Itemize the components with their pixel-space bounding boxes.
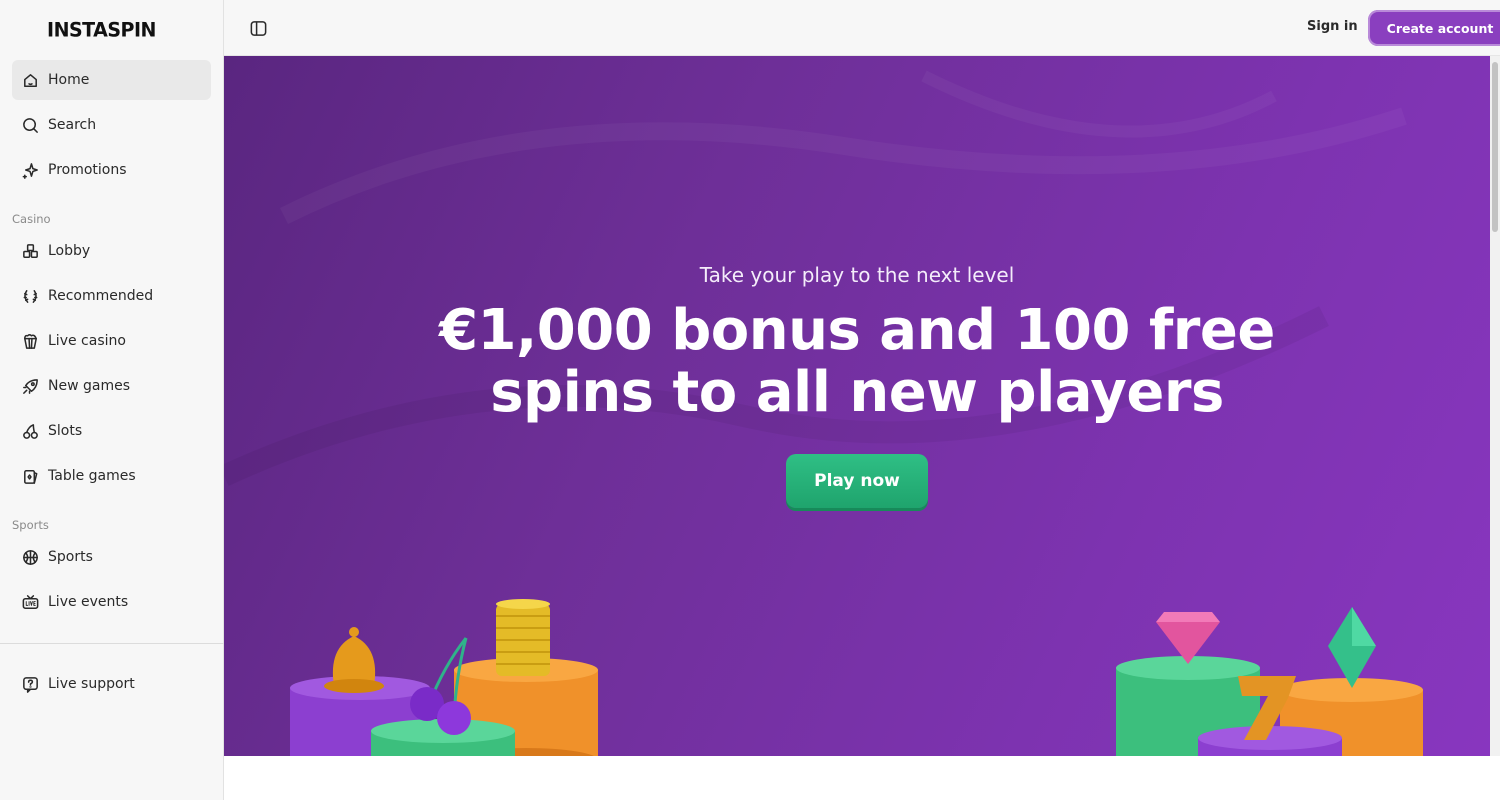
sidebar-divider	[0, 643, 224, 644]
sidebar: INSTASPIN Home Search Promotions Casino …	[0, 0, 224, 800]
sparkle-icon	[20, 160, 40, 180]
pink-gem-icon	[1156, 612, 1220, 664]
page-scrollbar[interactable]	[1490, 56, 1500, 756]
sidebar-item-promotions[interactable]: Promotions	[12, 150, 211, 190]
create-account-button[interactable]: Create account	[1368, 10, 1500, 46]
sidebar-item-table-games[interactable]: Table games	[12, 456, 211, 496]
sidebar-item-live-support[interactable]: Live support	[12, 664, 211, 704]
sidebar-item-search[interactable]: Search	[12, 105, 211, 145]
sidebar-item-label: Recommended	[48, 288, 154, 304]
sidebar-item-label: Sports	[48, 549, 93, 565]
sidebar-item-live-events[interactable]: Live events	[12, 582, 211, 622]
top-header: Sign in Create account	[224, 0, 1500, 56]
sidebar-item-live-casino[interactable]: Live casino	[12, 321, 211, 361]
sidebar-item-label: Home	[48, 72, 90, 88]
sidebar-item-label: Slots	[48, 423, 83, 439]
scrollbar-thumb[interactable]	[1492, 62, 1498, 232]
green-gem-icon	[1328, 607, 1376, 688]
sidebar-toggle-button[interactable]	[248, 18, 268, 38]
sidebar-item-label: Search	[48, 117, 97, 133]
sidebar-item-label: Live support	[48, 676, 135, 692]
cards-icon	[20, 466, 40, 486]
help-chat-icon	[20, 674, 40, 694]
logo-text: INSTASPIN	[47, 18, 156, 42]
section-label-casino: Casino	[12, 212, 51, 226]
logo[interactable]: INSTASPIN	[47, 18, 156, 42]
sidebar-item-sports[interactable]: Sports	[12, 537, 211, 577]
sidebar-item-slots[interactable]: Slots	[12, 411, 211, 451]
sidebar-item-label: Lobby	[48, 243, 91, 259]
sidebar-item-recommended[interactable]: Recommended	[12, 276, 211, 316]
bell-icon	[324, 627, 384, 693]
cherries-icon	[20, 421, 40, 441]
sidebar-item-label: Promotions	[48, 162, 127, 178]
home-icon	[20, 70, 40, 90]
hero-banner[interactable]: Take your play to the next level €1,000 …	[224, 56, 1490, 756]
live-tv-icon	[20, 592, 40, 612]
sign-in-link[interactable]: Sign in	[1307, 19, 1358, 34]
sidebar-item-label: Live events	[48, 594, 129, 610]
sidebar-item-lobby[interactable]: Lobby	[12, 231, 211, 271]
content-below-hero	[224, 756, 1500, 800]
coin-stack-icon	[496, 599, 550, 676]
cubes-icon	[20, 241, 40, 261]
sidebar-toggle-icon	[250, 20, 266, 36]
sidebar-item-home[interactable]: Home	[12, 60, 211, 100]
sidebar-item-label: Table games	[48, 468, 136, 484]
hero-decoration	[290, 599, 1423, 756]
section-label-sports: Sports	[12, 518, 49, 532]
rocket-icon	[20, 376, 40, 396]
sidebar-item-new-games[interactable]: New games	[12, 366, 211, 406]
search-icon	[20, 115, 40, 135]
basketball-icon	[20, 547, 40, 567]
laurel-icon	[20, 286, 40, 306]
sidebar-item-label: Live casino	[48, 333, 126, 349]
popcorn-icon	[20, 331, 40, 351]
sidebar-item-label: New games	[48, 378, 130, 394]
